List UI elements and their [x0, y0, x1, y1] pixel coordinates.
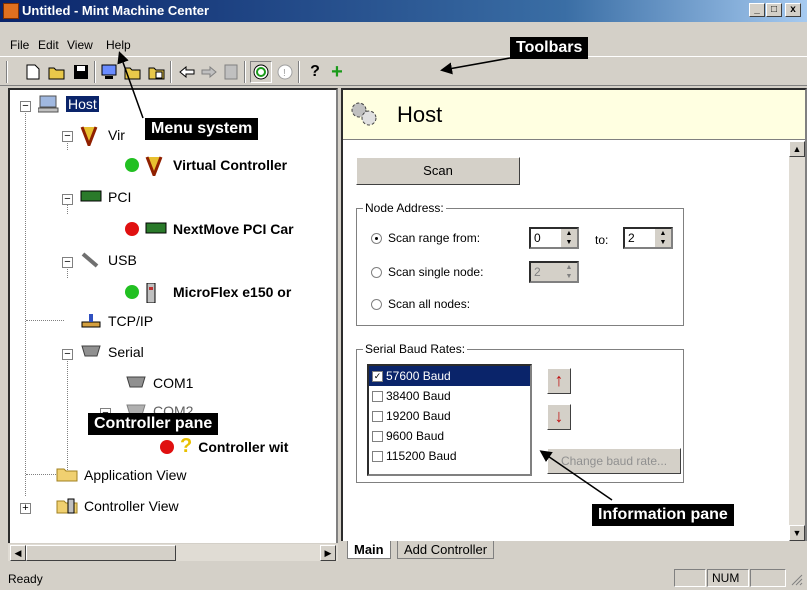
callout-information-pane: Information pane [592, 504, 734, 526]
callout-toolbars: Toolbars [510, 37, 589, 59]
annotation-arrows [117, 51, 613, 501]
callout-menu-system: Menu system [145, 118, 259, 140]
callout-controller-pane: Controller pane [88, 413, 219, 435]
